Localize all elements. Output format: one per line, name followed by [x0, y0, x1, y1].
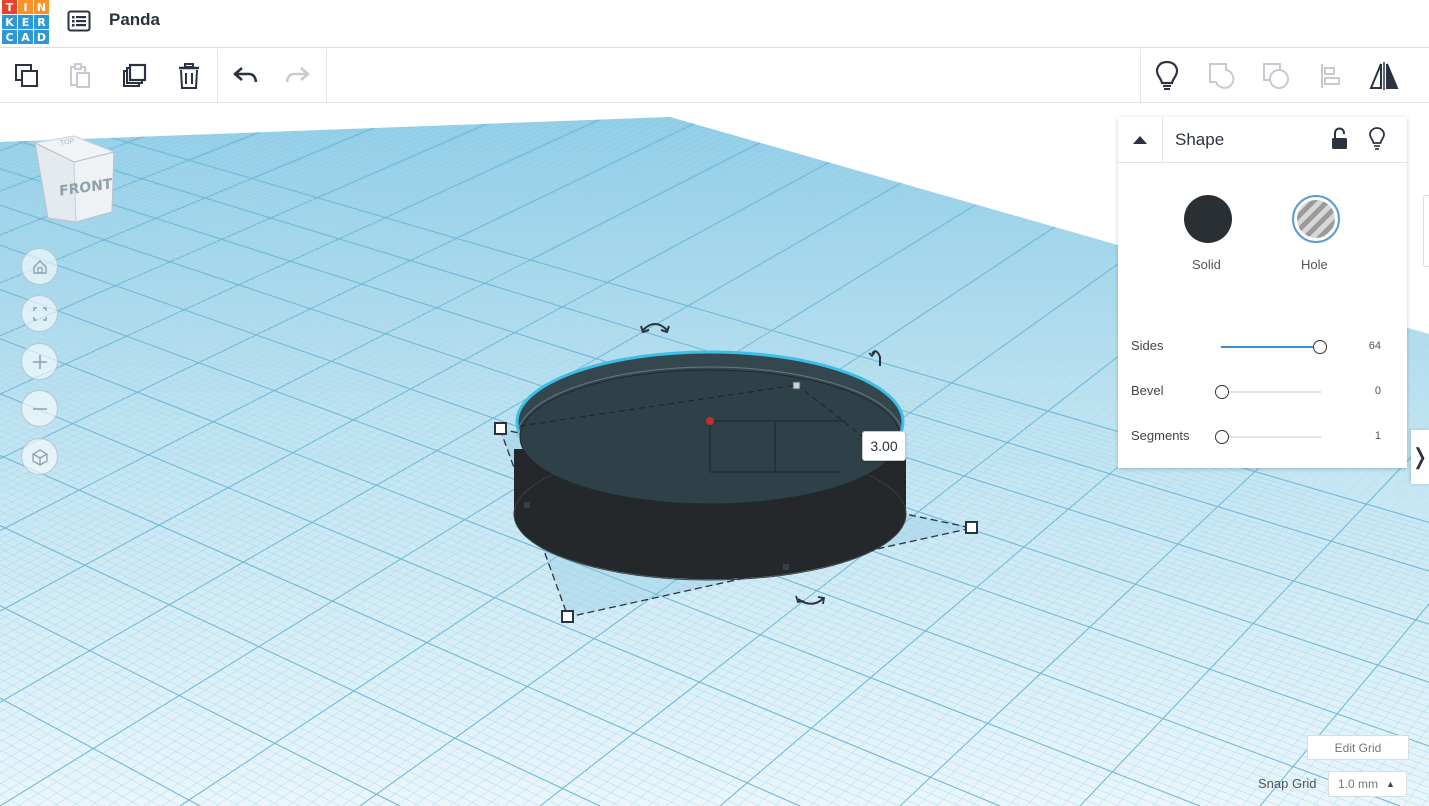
- hole-label: Hole: [1301, 257, 1328, 272]
- fit-view-icon: [32, 306, 47, 321]
- sides-slider-knob[interactable]: [1313, 340, 1327, 354]
- sides-slider[interactable]: [1221, 340, 1327, 354]
- logo-letter: R: [34, 15, 49, 29]
- caret-up-icon: ▲: [1386, 779, 1395, 789]
- corner-handle[interactable]: [965, 521, 978, 534]
- logo-letter: N: [34, 0, 49, 14]
- zoom-in-icon: [32, 354, 47, 369]
- lock-button[interactable]: [1330, 127, 1348, 151]
- solid-label: Solid: [1192, 257, 1221, 272]
- group-icon: [1209, 63, 1235, 89]
- logo-letter: E: [18, 15, 33, 29]
- chevron-right-icon: ❭: [1410, 444, 1429, 469]
- edit-grid-button[interactable]: Edit Grid: [1307, 735, 1409, 760]
- lightbulb-icon: [1155, 60, 1179, 90]
- corner-handle[interactable]: [561, 610, 574, 623]
- hide-shape-button[interactable]: [1368, 126, 1386, 152]
- redo-icon: [285, 67, 310, 83]
- logo-letter: D: [34, 30, 49, 44]
- toolbar-divider: [326, 49, 327, 103]
- sides-slider-fill: [1221, 346, 1316, 348]
- snap-grid-label: Snap Grid: [1258, 776, 1317, 791]
- zoom-out-button[interactable]: [21, 390, 58, 427]
- ungroup-icon: [1263, 63, 1289, 89]
- segments-slider-knob[interactable]: [1215, 430, 1229, 444]
- bevel-slider-knob[interactable]: [1215, 385, 1229, 399]
- tinkercad-logo[interactable]: T I N K E R C A D: [2, 0, 52, 46]
- bevel-label: Bevel: [1131, 383, 1164, 398]
- zoom-out-icon: [32, 407, 47, 410]
- view-cube[interactable]: TOP FRONT: [30, 134, 120, 234]
- unlock-icon: [1332, 127, 1347, 149]
- logo-letter: I: [18, 0, 33, 14]
- ungroup-button[interactable]: [1258, 58, 1294, 94]
- bevel-value[interactable]: 0: [1375, 385, 1381, 397]
- height-handle[interactable]: [792, 381, 801, 390]
- mirror-button[interactable]: [1366, 58, 1402, 94]
- toolbar-divider: [1140, 49, 1141, 103]
- perspective-button[interactable]: [21, 438, 58, 475]
- perspective-icon: [31, 448, 48, 466]
- home-icon: [32, 259, 47, 274]
- collapse-panel-button[interactable]: [1118, 117, 1163, 163]
- edge-handle[interactable]: [524, 502, 530, 508]
- segments-slider[interactable]: [1215, 430, 1321, 444]
- segments-value[interactable]: 1: [1375, 430, 1381, 442]
- toolbar-divider: [217, 49, 218, 103]
- segments-label: Segments: [1131, 428, 1190, 443]
- logo-letter: C: [2, 30, 17, 44]
- logo-letter: K: [2, 15, 17, 29]
- corner-handle[interactable]: [494, 422, 507, 435]
- solid-color-swatch[interactable]: [1184, 195, 1232, 243]
- shape-panel-header: Shape: [1118, 117, 1407, 163]
- design-menu-button[interactable]: [66, 9, 92, 33]
- height-dimension-input[interactable]: 3.00: [862, 431, 906, 461]
- paste-button[interactable]: [62, 58, 98, 94]
- hole-swatch[interactable]: [1292, 195, 1340, 243]
- snap-grid-value: 1.0 mm: [1338, 777, 1379, 791]
- shape-panel-title: Shape: [1175, 130, 1225, 149]
- undo-button[interactable]: [227, 58, 263, 94]
- side-panel-tab[interactable]: [1423, 195, 1429, 267]
- paste-icon: [70, 63, 90, 88]
- group-button[interactable]: [1204, 58, 1240, 94]
- project-title[interactable]: Panda: [109, 10, 160, 30]
- list-icon: [67, 10, 91, 32]
- edge-handle[interactable]: [783, 564, 789, 570]
- duplicate-icon: [123, 63, 147, 87]
- fit-view-button[interactable]: [21, 295, 58, 332]
- hole-pattern: [1297, 200, 1335, 238]
- logo-letter: T: [2, 0, 17, 14]
- edit-toolbar: [0, 49, 1429, 103]
- bevel-slider[interactable]: [1215, 385, 1321, 399]
- expand-side-panel-button[interactable]: ❭: [1411, 430, 1429, 484]
- copy-icon: [15, 64, 38, 87]
- snap-grid-select[interactable]: 1.0 mm ▲: [1328, 771, 1407, 797]
- duplicate-button[interactable]: [117, 58, 153, 94]
- top-bar: T I N K E R C A D Panda: [0, 0, 1429, 48]
- delete-button[interactable]: [171, 58, 207, 94]
- center-marker: [706, 417, 714, 425]
- tinkercad-editor: T I N K E R C A D Panda TOP FRONT 3.00 E…: [0, 0, 1429, 806]
- caret-up-icon: [1133, 136, 1147, 144]
- logo-letter: A: [18, 30, 33, 44]
- mirror-icon: [1369, 62, 1399, 90]
- trash-icon: [179, 63, 199, 89]
- align-button[interactable]: [1313, 58, 1349, 94]
- sides-label: Sides: [1131, 338, 1164, 353]
- copy-button[interactable]: [9, 58, 45, 94]
- redo-button[interactable]: [280, 58, 316, 94]
- shape-inspector-panel: Shape Solid Hole Sides 64 Bevel 0 Segmen…: [1118, 117, 1407, 468]
- notes-button[interactable]: [1149, 58, 1185, 94]
- home-view-button[interactable]: [21, 248, 58, 285]
- undo-icon: [233, 67, 258, 83]
- lightbulb-icon: [1369, 127, 1385, 150]
- zoom-in-button[interactable]: [21, 343, 58, 380]
- align-icon: [1321, 64, 1340, 88]
- sides-value[interactable]: 64: [1369, 340, 1381, 352]
